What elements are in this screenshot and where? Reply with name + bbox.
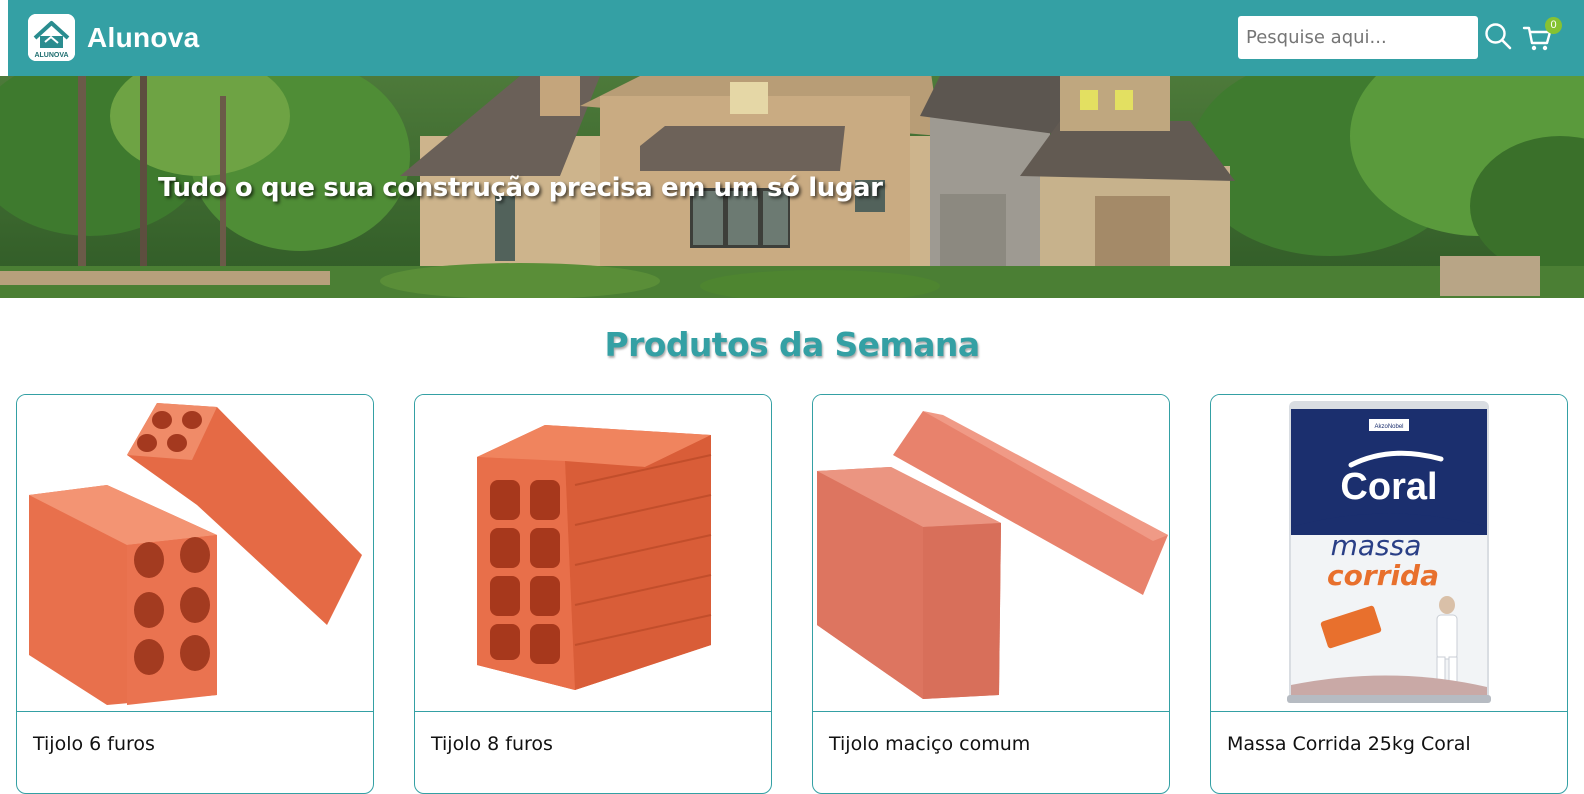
product-image-massa-corrida-coral: AkzoNobel Coral massa corrida	[1211, 395, 1567, 711]
hero-headline: Tudo o que sua construção precisa em um …	[158, 173, 883, 203]
product-image-tijolo-8-furos	[415, 395, 771, 711]
product-name[interactable]: Tijolo 6 furos	[33, 731, 155, 757]
product-image-tijolo-macico	[813, 395, 1169, 711]
product-image-tijolo-6-furos	[17, 395, 373, 711]
house-logo-icon: ALUNOVA	[28, 14, 75, 61]
product-card[interactable]: Tijolo 6 furos	[16, 394, 374, 794]
svg-text:ALUNOVA: ALUNOVA	[34, 52, 68, 59]
search-input[interactable]	[1238, 16, 1478, 59]
svg-text:corrida: corrida	[1327, 559, 1439, 592]
cart-count-badge: 0	[1545, 17, 1562, 34]
hero-banner: Tudo o que sua construção precisa em um …	[0, 76, 1584, 298]
svg-text:AkzoNobel: AkzoNobel	[1374, 424, 1403, 430]
brand-name[interactable]: Alunova	[87, 20, 200, 56]
section-title: Produtos da Semana	[604, 325, 981, 364]
product-name[interactable]: Massa Corrida 25kg Coral	[1227, 731, 1471, 757]
product-card[interactable]: AkzoNobel Coral massa corrida Massa Corr…	[1210, 394, 1568, 794]
brand-logo[interactable]: ALUNOVA	[28, 14, 75, 61]
svg-text:massa: massa	[1331, 529, 1422, 562]
product-card[interactable]: Tijolo 8 furos	[414, 394, 772, 794]
top-header: ALUNOVA Alunova 0	[8, 0, 1584, 76]
product-name[interactable]: Tijolo 8 furos	[431, 731, 553, 757]
svg-text:Coral: Coral	[1340, 466, 1437, 508]
search-icon[interactable]	[1484, 22, 1512, 50]
product-card[interactable]: Tijolo maciço comum	[812, 394, 1170, 794]
product-name[interactable]: Tijolo maciço comum	[829, 731, 1030, 757]
